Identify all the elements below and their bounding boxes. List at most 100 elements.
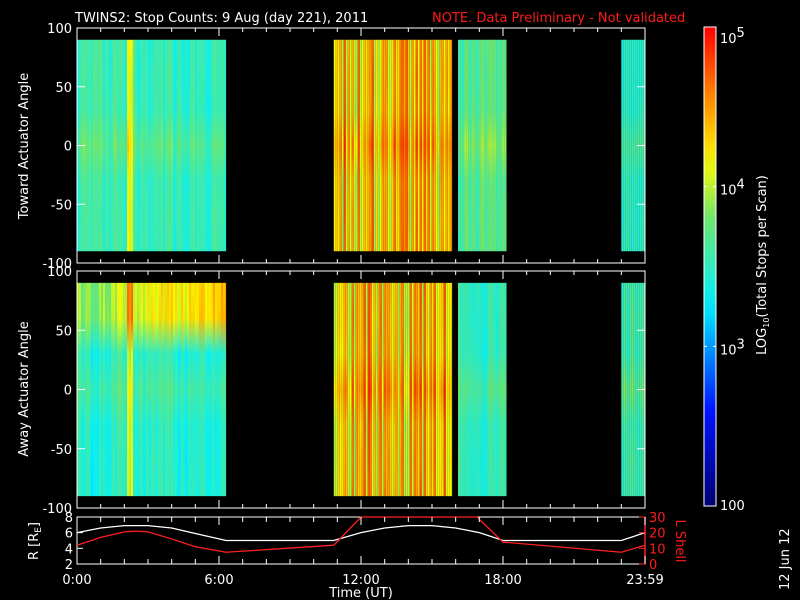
heatmap-stripe [377, 282, 380, 497]
heatmap-stripe [341, 282, 344, 497]
heatmap-stripe [157, 39, 159, 252]
heatmap-stripe [478, 282, 481, 497]
x-tick-label: 6:00 [204, 573, 233, 588]
heatmap-stripe [421, 282, 424, 497]
heatmap-stripe [97, 282, 99, 497]
heatmap-stripe [500, 282, 503, 497]
x-tick-label: 23:59 [626, 573, 663, 588]
cbar-tick-label: 104 [720, 178, 745, 199]
heatmap-stripe [343, 282, 346, 497]
heatmap-stripe [623, 39, 626, 252]
heatmap-stripe [371, 282, 374, 497]
heatmap-stripe [209, 282, 211, 497]
heatmap-stripe [421, 39, 424, 252]
heatmap-stripe [115, 39, 117, 252]
heatmap-stripe [427, 282, 430, 497]
heatmap-stripe [393, 39, 396, 252]
heatmap-stripe [177, 39, 179, 252]
heatmap-stripe [353, 282, 356, 497]
heatmap-stripe [333, 39, 336, 252]
heatmap-stripe [195, 282, 197, 497]
heatmap-stripe [207, 282, 209, 497]
heatmap-stripe [494, 282, 497, 497]
title: TWINS2: Stop Counts: 9 Aug (day 221), 20… [74, 11, 368, 26]
heatmap-stripe [187, 282, 189, 497]
heatmap-stripe [131, 39, 133, 252]
heatmap-stripe [101, 282, 103, 497]
heatmap-stripe [185, 39, 187, 252]
heatmap-stripe [468, 39, 471, 252]
heatmap-stripe [371, 39, 374, 252]
heatmap-stripe [480, 39, 483, 252]
tick-exponent: 5 [737, 26, 745, 41]
heatmap-stripe [488, 282, 491, 497]
heatmap-stripe [389, 39, 392, 252]
heatmap-stripe [207, 39, 209, 252]
heatmap-stripe [95, 282, 97, 497]
heatmap-stripe [490, 282, 493, 497]
heatmap-stripe [427, 39, 430, 252]
heatmap-stripe [439, 282, 442, 497]
heatmap-stripe [103, 282, 105, 497]
heatmap-stripe [627, 39, 630, 252]
heatmap-stripe [211, 39, 213, 252]
heatmap-stripe [141, 282, 143, 497]
heatmap-stripe [462, 282, 465, 497]
heatmap-stripe [375, 282, 378, 497]
heatmap-stripe [333, 282, 336, 497]
heatmap-stripe [443, 282, 446, 497]
heatmap-stripe [175, 39, 177, 252]
heatmap-stripe [478, 39, 481, 252]
data-block [77, 282, 227, 497]
heatmap-stripe [359, 282, 362, 497]
heatmap-stripe [153, 39, 155, 252]
heatmap-stripe [413, 39, 416, 252]
heatmap-stripe [147, 282, 149, 497]
heatmap-stripe [129, 39, 131, 252]
heatmap-stripe [365, 39, 368, 252]
heatmap-stripe [191, 282, 193, 497]
heatmap-stripe [137, 39, 139, 252]
heatmap-stripe [482, 39, 485, 252]
heatmap-stripe [437, 282, 440, 497]
heatmap-stripe [385, 39, 388, 252]
heatmap-stripe [504, 282, 507, 497]
heatmap-stripe [111, 39, 113, 252]
heatmap-stripe [423, 282, 426, 497]
heatmap-stripe [221, 282, 223, 497]
colorbar-label-part: (Total Stops per Scan) [755, 175, 770, 317]
heatmap-stripe [213, 39, 215, 252]
heatmap-stripe [417, 39, 420, 252]
heatmap-stripe [405, 282, 408, 497]
heatmap-stripe [169, 39, 171, 252]
heatmap-stripe [389, 282, 392, 497]
heatmap-stripe [470, 282, 473, 497]
heatmap-stripe [223, 39, 225, 252]
heatmap-stripe [225, 39, 227, 252]
heatmap-stripe [193, 39, 195, 252]
heatmap-stripe [460, 282, 463, 497]
heatmap-stripe [480, 282, 483, 497]
heatmap-stripe [486, 39, 489, 252]
heatmap-stripe [341, 39, 344, 252]
heatmap-stripe [181, 282, 183, 497]
heatmap-stripe [375, 39, 378, 252]
tick-base: 10 [720, 343, 737, 358]
r-tick-label: 8 [65, 511, 73, 526]
colorbar-scale [703, 26, 717, 507]
heatmap-stripe [393, 282, 396, 497]
heatmap-stripe [161, 282, 163, 497]
heatmap-stripe [105, 282, 107, 497]
heatmap-stripe [401, 39, 404, 252]
heatmap-stripe [133, 282, 135, 497]
x-tick-label: 0:00 [62, 573, 91, 588]
heatmap-stripe [441, 39, 444, 252]
heatmap-stripe [205, 282, 207, 497]
heatmap-stripe [488, 39, 491, 252]
heatmap-stripe [215, 39, 217, 252]
heatmap-stripe [345, 282, 348, 497]
heatmap-stripe [85, 39, 87, 252]
heatmap-stripe [225, 282, 227, 497]
heatmap-stripe [464, 39, 467, 252]
heatmap-stripe [395, 282, 398, 497]
